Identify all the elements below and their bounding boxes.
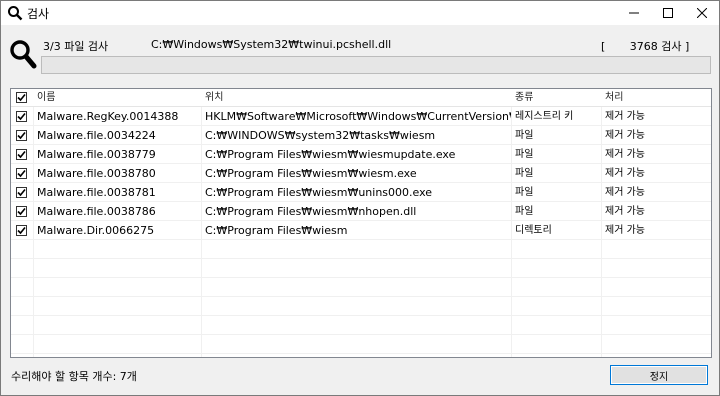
cell-action: 제거 가능 — [605, 168, 645, 179]
row-divider — [11, 315, 711, 316]
cell-name: Malware.file.0038780 — [37, 167, 156, 180]
select-all-checkbox[interactable] — [16, 92, 27, 103]
row-checkbox[interactable] — [16, 225, 27, 236]
cell-name: Malware.file.0034224 — [37, 129, 156, 142]
close-button[interactable] — [685, 1, 719, 25]
cell-name: Malware.file.0038779 — [37, 148, 156, 161]
cell-location: C:₩Program Files₩wiesm₩wiesmupdate.exe — [205, 148, 456, 161]
cell-location: C:₩Program Files₩wiesm₩nhopen.dll — [205, 205, 417, 218]
magnifier-icon — [10, 40, 37, 69]
cell-location: C:₩Program Files₩wiesm₩wiesm.exe — [205, 167, 417, 180]
table-row[interactable]: Malware.file.0034224 C:₩WINDOWS₩system32₩… — [11, 126, 711, 145]
minimize-icon — [629, 12, 639, 14]
column-header-name[interactable]: 이름 — [33, 89, 201, 106]
table-row[interactable]: Malware.file.0038786 C:₩Program Files₩wie… — [11, 202, 711, 221]
cell-type: 파일 — [515, 206, 534, 217]
cell-name: Malware.RegKey.0014388 — [37, 110, 179, 123]
window-title: 검사 — [27, 6, 50, 21]
cell-name: Malware.Dir.0066275 — [37, 224, 155, 237]
close-icon — [697, 8, 707, 18]
row-checkbox[interactable] — [16, 111, 27, 122]
row-divider — [11, 296, 711, 297]
cell-name: Malware.file.0038781 — [37, 186, 156, 199]
row-divider — [11, 353, 711, 354]
stop-button[interactable]: 정지 — [610, 365, 708, 385]
cell-name: Malware.file.0038786 — [37, 205, 156, 218]
row-checkbox[interactable] — [16, 168, 27, 179]
row-checkbox[interactable] — [16, 206, 27, 217]
table-row[interactable]: Malware.file.0038780 C:₩Program Files₩wie… — [11, 164, 711, 183]
table-row[interactable]: Malware.file.0038781 C:₩Program Files₩wie… — [11, 183, 711, 202]
row-divider — [11, 258, 711, 259]
cell-type: 파일 — [515, 149, 534, 160]
list-header: 이름 위치 종류 처리 — [11, 89, 711, 107]
checkmark-icon — [17, 188, 26, 197]
table-row[interactable]: Malware.file.0038779 C:₩Program Files₩wie… — [11, 145, 711, 164]
column-header-action[interactable]: 처리 — [601, 89, 711, 106]
cell-action: 제거 가능 — [605, 206, 645, 217]
row-checkbox[interactable] — [16, 149, 27, 160]
cell-action: 제거 가능 — [605, 149, 645, 160]
cell-action: 제거 가능 — [605, 187, 645, 198]
checkmark-icon — [17, 169, 26, 178]
cell-type: 파일 — [515, 168, 534, 179]
cell-type: 파일 — [515, 130, 534, 141]
checkmark-icon — [17, 93, 26, 102]
minimize-button[interactable] — [617, 1, 651, 25]
checkmark-icon — [17, 226, 26, 235]
cell-action: 제거 가능 — [605, 111, 645, 122]
checkmark-icon — [17, 207, 26, 216]
checkmark-icon — [17, 150, 26, 159]
cell-type: 레지스트리 키 — [515, 111, 574, 122]
column-header-location[interactable]: 위치 — [201, 89, 511, 106]
cell-type: 디렉토리 — [515, 225, 552, 236]
cell-type: 파일 — [515, 187, 534, 198]
scanned-count: [ 3768 검사 ] — [601, 40, 690, 53]
cell-action: 제거 가능 — [605, 225, 645, 236]
column-header-type[interactable]: 종류 — [511, 89, 601, 106]
cell-location: HKLM₩Software₩Microsoft₩Windows₩CurrentV… — [205, 110, 511, 123]
table-row[interactable]: Malware.Dir.0066275 C:₩Program Files₩wies… — [11, 221, 711, 240]
table-row[interactable]: Malware.RegKey.0014388 HKLM₩Software₩Micr… — [11, 107, 711, 126]
title-bar[interactable]: 검사 — [1, 1, 719, 25]
checkmark-icon — [17, 112, 26, 121]
results-list[interactable]: 이름 위치 종류 처리 Malware.RegKey.0014388 HKLM₩S… — [10, 88, 712, 358]
cell-location: C:₩Program Files₩wiesm — [205, 224, 348, 237]
cell-action: 제거 가능 — [605, 130, 645, 141]
maximize-icon — [663, 8, 673, 18]
row-checkbox[interactable] — [16, 130, 27, 141]
row-divider — [11, 334, 711, 335]
items-to-repair-count: 수리해야 할 항목 개수: 7개 — [11, 370, 137, 383]
scan-progress-label: 3/3 파일 검사 — [43, 40, 109, 53]
scan-progress-bar — [41, 56, 711, 74]
search-icon — [8, 6, 23, 21]
select-all-header[interactable] — [11, 89, 33, 106]
checkmark-icon — [17, 131, 26, 140]
cell-location: C:₩WINDOWS₩system32₩tasks₩wiesm — [205, 129, 436, 142]
scan-window: 검사 3/3 파일 검사 C:₩Windows₩System32₩twinui.… — [0, 0, 720, 396]
current-scan-path: C:₩Windows₩System32₩twinui.pcshell.dll — [151, 38, 392, 51]
cell-location: C:₩Program Files₩wiesm₩unins000.exe — [205, 186, 433, 199]
maximize-button[interactable] — [651, 1, 685, 25]
row-divider — [11, 277, 711, 278]
row-checkbox[interactable] — [16, 187, 27, 198]
